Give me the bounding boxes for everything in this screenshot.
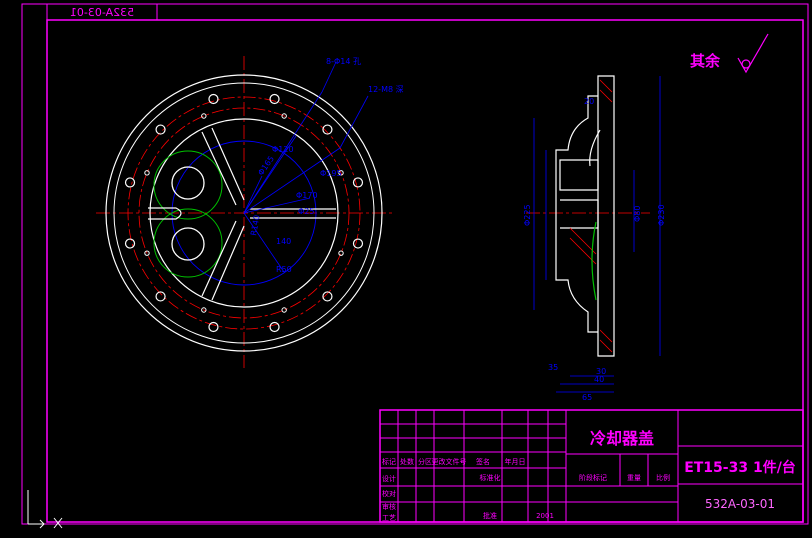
- bore-bottom: [171, 227, 205, 261]
- signature-row-label: 审核: [382, 502, 396, 511]
- ucs-icon: [27, 490, 63, 529]
- drawing-sheet: 532A-03-01 其余 8-Φ14 孔 12-M8 深 Φ120 Φ165 …: [21, 3, 809, 529]
- tapped-hole: [144, 170, 150, 176]
- revision-headers: 标记 处数 分区 更改文件号 签名 年月日: [382, 457, 526, 466]
- stage-mark-label: 阶段标记: [579, 473, 607, 482]
- corner-code-text: 532A-03-01: [70, 6, 134, 19]
- dim-callout-2: 12-M8 深: [368, 85, 404, 94]
- signature-row-label: 工艺: [382, 514, 396, 522]
- signature-row-label: 设计: [382, 474, 396, 483]
- revision-header-cell: 标记: [382, 457, 396, 466]
- signature-row-label: 校对: [382, 489, 396, 498]
- date-short: 2001: [536, 512, 554, 520]
- side-dim-65: 65: [582, 393, 592, 402]
- weight-label: 重量: [627, 474, 641, 482]
- part-name: 冷却器盖: [590, 429, 654, 448]
- std-check-label: 标准化: [480, 473, 501, 482]
- side-section-view: 20 Φ225 Φ230 Φ80 30 40 65 35: [523, 75, 666, 402]
- side-dim-80: Φ80: [633, 206, 642, 222]
- dim-140: 140: [276, 237, 291, 246]
- bolt-hole: [269, 321, 280, 333]
- dim-120: Φ120: [272, 145, 294, 154]
- title-block-text: 冷却器盖 ET15-33 1件/台 532A-03-01 阶段标记 重量 比例 …: [480, 429, 796, 520]
- revision-header-cell: 更改文件号: [432, 457, 467, 466]
- side-dim-40: 40: [594, 375, 604, 384]
- bolt-hole: [124, 238, 136, 249]
- tapped-hole: [201, 113, 207, 119]
- revision-header-cell: 处数: [400, 457, 414, 466]
- roughness-note: 其余: [690, 52, 721, 70]
- bolt-hole: [352, 238, 364, 249]
- side-dim-lines: [533, 76, 661, 393]
- revision-header-cell: 分区: [418, 457, 432, 466]
- model-spec: ET15-33 1件/台: [684, 459, 796, 476]
- side-dim-20: 20: [584, 97, 594, 106]
- bolt-hole: [208, 93, 219, 105]
- signature-rows: 设计校对审核工艺: [382, 474, 396, 522]
- roughness-symbol: [737, 33, 769, 74]
- side-dim-230: Φ230: [657, 204, 666, 226]
- front-view: 8-Φ14 孔 12-M8 深 Φ120 Φ165 Φ170 Φ195 Φ25 …: [96, 56, 404, 368]
- revision-header-cell: 年月日: [505, 457, 526, 466]
- bore-top: [171, 166, 205, 200]
- dim-25: Φ25: [298, 207, 314, 216]
- inner-frame: [46, 19, 804, 523]
- side-green-curve: [591, 221, 597, 301]
- side-hatch: [569, 79, 613, 353]
- tapped-hole: [338, 250, 344, 256]
- bolt-hole: [208, 321, 219, 333]
- side-outline: [555, 75, 615, 357]
- scale-label: 比例: [656, 473, 670, 482]
- bolt-hole: [124, 177, 136, 188]
- side-dim-225: Φ225: [523, 204, 532, 226]
- dim-165: Φ165: [256, 154, 276, 177]
- revision-header-cell: 签名: [476, 457, 490, 466]
- bolt-hole: [269, 93, 280, 105]
- bolt-hole: [352, 177, 364, 188]
- dim-r50: R50: [276, 265, 292, 274]
- dim-170: Φ170: [296, 191, 318, 200]
- dim-callout-1: 8-Φ14 孔: [326, 57, 361, 66]
- approve-label: 批准: [483, 511, 497, 520]
- dim-195: Φ195: [320, 169, 342, 178]
- side-dim-35: 35: [548, 363, 558, 372]
- tapped-hole: [281, 307, 287, 313]
- drawing-number: 532A-03-01: [705, 497, 775, 511]
- side-dim-texts: 20 Φ225 Φ230 Φ80 30 40 65 35: [523, 97, 666, 402]
- front-dim-texts: 8-Φ14 孔 12-M8 深 Φ120 Φ165 Φ170 Φ195 Φ25 …: [249, 57, 404, 274]
